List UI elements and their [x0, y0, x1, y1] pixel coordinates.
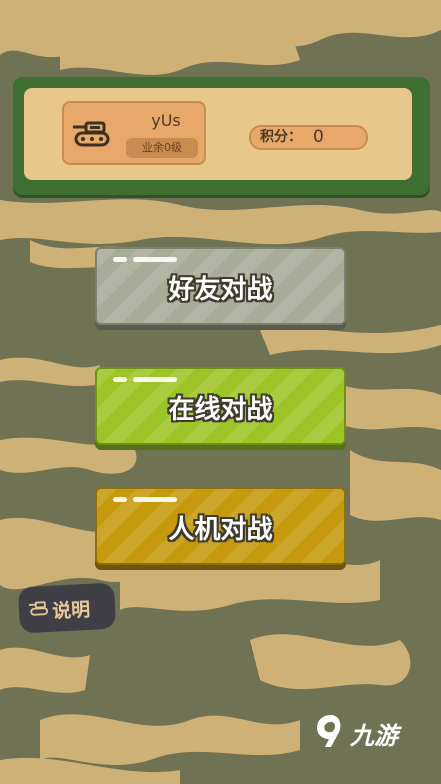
button-shine	[113, 257, 127, 262]
friend-battle-button[interactable]: 好友对战	[95, 247, 346, 325]
watermark-text: 九游	[350, 722, 398, 750]
score-label: 积分：	[260, 129, 302, 145]
help-label: 说明	[51, 598, 91, 623]
ai-battle-button[interactable]: 人机对战	[95, 487, 346, 565]
rank-badge: 业余0级	[126, 138, 198, 158]
tank-icon	[28, 601, 49, 616]
jiuyou-watermark: 九游	[314, 712, 414, 752]
user-info-box[interactable]: yUs 业余0级	[62, 101, 206, 165]
online-battle-label: 在线对战	[168, 395, 273, 425]
score-value: 0	[313, 127, 324, 147]
jiuyou-logo-icon	[317, 715, 341, 747]
ai-battle-label: 人机对战	[168, 515, 273, 545]
button-shine	[113, 377, 127, 382]
tank-icon	[73, 121, 110, 147]
online-battle-button[interactable]: 在线对战	[95, 367, 346, 445]
button-shine	[133, 257, 177, 262]
username: yUs	[151, 111, 181, 130]
button-shine	[133, 497, 177, 502]
score-box: 积分： 0	[249, 125, 368, 150]
button-shine	[133, 377, 177, 382]
button-shine	[113, 497, 127, 502]
friend-battle-label: 好友对战	[168, 275, 273, 305]
help-button[interactable]: 说明	[17, 582, 117, 634]
